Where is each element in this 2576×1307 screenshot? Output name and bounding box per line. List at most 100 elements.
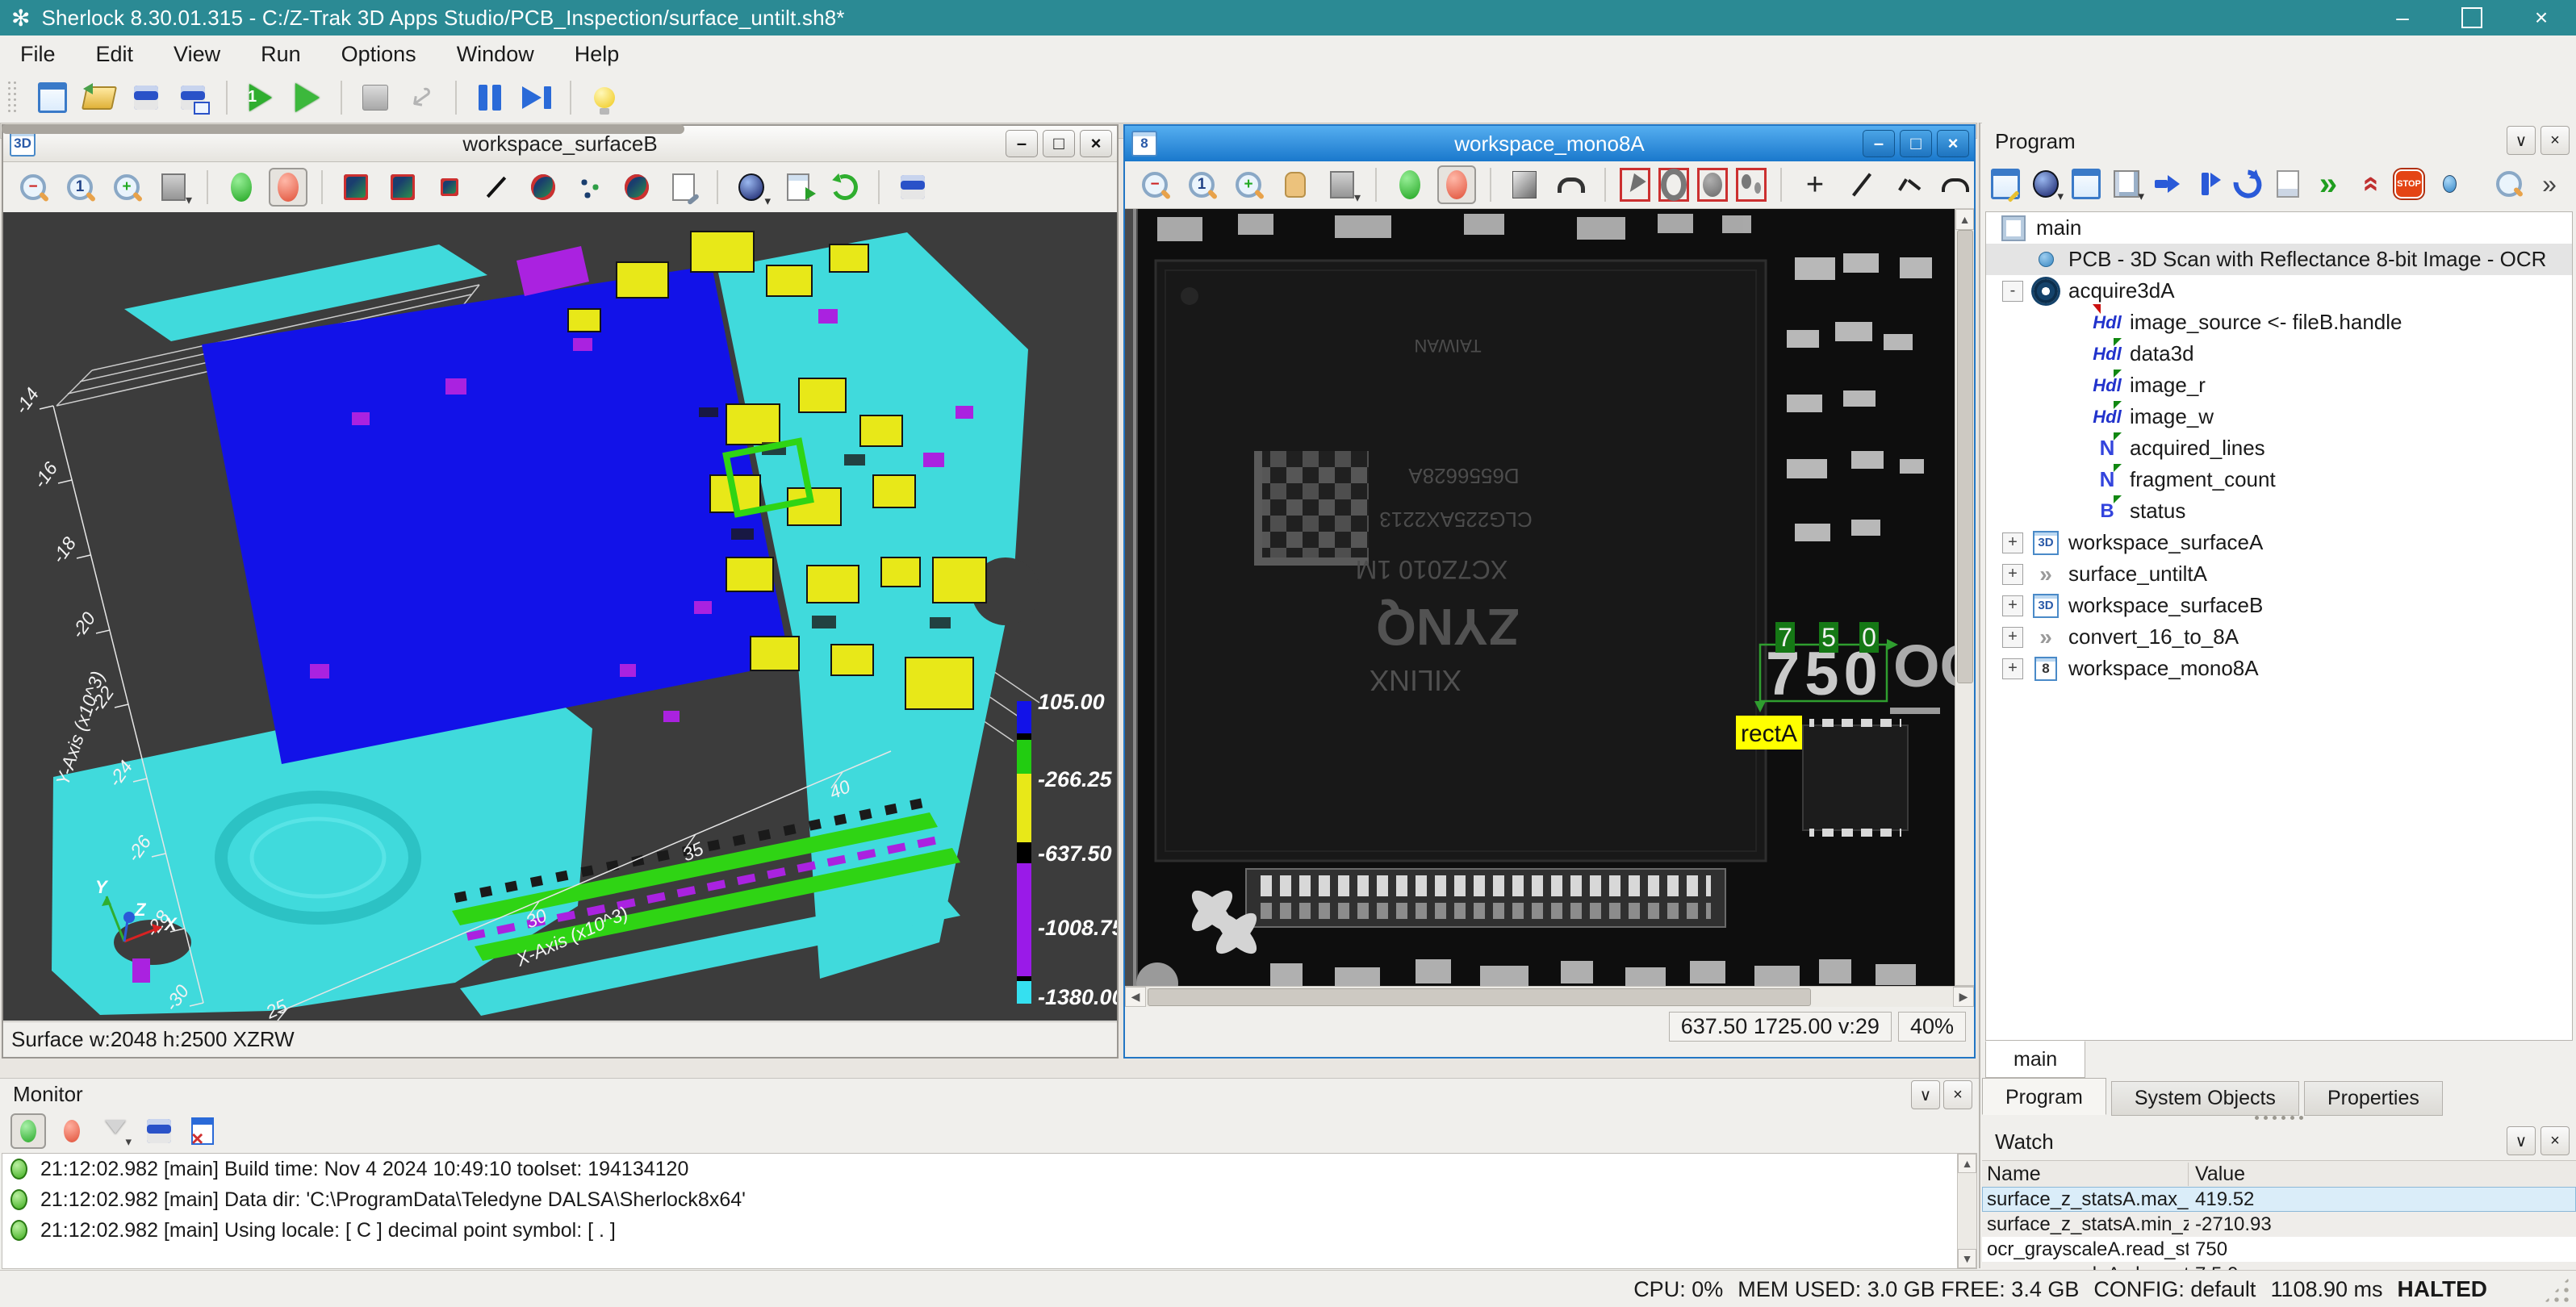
run-icon[interactable] (288, 78, 327, 117)
program-close-button[interactable]: × (2540, 126, 2570, 155)
tree-item-pcb[interactable]: +PCB - 3D Scan with Reflectance 8-bit Im… (1986, 244, 2572, 275)
menu-item-help[interactable]: Help (554, 35, 640, 73)
gray-rect-icon[interactable] (1505, 165, 1544, 204)
green-ellipse-icon[interactable] (1390, 165, 1429, 204)
watch-row[interactable]: surface_z_statsA.max_z419.52 (1982, 1187, 2576, 1212)
mono8A-maximize-button[interactable]: □ (1900, 130, 1932, 157)
red-ellipse-icon[interactable] (269, 168, 307, 207)
overflow-icon[interactable] (2532, 166, 2567, 202)
pause-icon[interactable] (470, 78, 509, 117)
tree-item-acquire3da[interactable]: -acquire3dA (1986, 275, 2572, 307)
mono8A-title-bar[interactable]: workspace_mono8A 8 – □ × (1125, 126, 1974, 161)
zoom-one-icon[interactable] (1182, 165, 1221, 204)
roi-circle-icon[interactable] (617, 168, 656, 207)
tree-expander[interactable]: - (2002, 281, 2023, 302)
shapes-red-icon[interactable] (1736, 168, 1767, 202)
window-close-button[interactable]: × (2507, 0, 2576, 35)
tree-item-acquired_lines[interactable]: +acquired_lines (1986, 432, 2572, 464)
tree-expander[interactable]: + (2002, 627, 2023, 648)
stop-sign-icon[interactable] (2391, 166, 2427, 202)
program-dropdown-button[interactable]: ∨ (2507, 126, 2536, 155)
roi-ellipse-icon[interactable] (524, 168, 562, 207)
refresh-icon[interactable] (826, 168, 864, 207)
scroll-left-icon[interactable]: ◀ (1125, 987, 1146, 1007)
panel-splitter[interactable] (1979, 123, 1980, 1268)
stop-icon[interactable] (356, 78, 395, 117)
mono8A-vertical-scrollbar[interactable]: ▲ ▼ (1955, 209, 1974, 1004)
mono8A-close-button[interactable]: × (1937, 130, 1969, 157)
roi-edit-icon[interactable] (664, 168, 703, 207)
watch-row[interactable]: surface_z_statsA.min_z-2710.93 (1982, 1212, 2576, 1237)
tree-item-data3d[interactable]: +data3d (1986, 338, 2572, 370)
mono8A-minimize-button[interactable]: – (1863, 130, 1895, 157)
tree-item-image_r[interactable]: +image_r (1986, 370, 2572, 401)
plus-icon[interactable] (1796, 165, 1834, 204)
arc-icon[interactable] (1936, 165, 1975, 204)
window-maximize-button[interactable] (2437, 0, 2507, 35)
save-icon[interactable] (893, 168, 932, 207)
abort-icon[interactable] (403, 78, 441, 117)
arrow-right-icon[interactable] (2149, 166, 2185, 202)
roi-rect-icon[interactable] (337, 168, 375, 207)
roi-square-icon[interactable] (430, 168, 469, 207)
tree-expander[interactable]: + (2002, 595, 2023, 616)
up-red-icon[interactable] (2351, 166, 2386, 202)
tree-expander[interactable]: + (2002, 658, 2023, 679)
watch-dropdown-button[interactable]: ∨ (2507, 1126, 2536, 1155)
tree-item-status[interactable]: +status (1986, 495, 2572, 527)
scroll-up-icon[interactable]: ▲ (1958, 1154, 1976, 1173)
polyline-icon[interactable] (1889, 165, 1928, 204)
tree-item-workspace_surfacea[interactable]: +workspace_surfaceA (1986, 527, 2572, 558)
tree-expander[interactable]: + (2002, 532, 2023, 553)
scroll-down-icon[interactable]: ▼ (1958, 1249, 1976, 1268)
tree-item-workspace_surfaceb[interactable]: +workspace_surfaceB (1986, 590, 2572, 621)
ellipse-red-icon[interactable] (1697, 168, 1728, 202)
scroll-up-icon[interactable]: ▲ (1955, 209, 1974, 230)
vscroll-thumb[interactable] (1957, 230, 1973, 683)
line2-icon[interactable] (1842, 165, 1881, 204)
watch-close-button[interactable]: × (2540, 1126, 2570, 1155)
monitor-log[interactable]: ▲ ▼ 21:12:02.982 [main] Build time: Nov … (2, 1153, 1977, 1269)
menu-item-edit[interactable]: Edit (76, 35, 154, 73)
tab-system-objects[interactable]: System Objects (2111, 1081, 2299, 1116)
zoom-out-icon[interactable] (14, 168, 52, 207)
monitor-scrollbar[interactable]: ▲ ▼ (1957, 1154, 1976, 1268)
tree-item-workspace_mono8a[interactable]: +workspace_mono8A (1986, 653, 2572, 684)
tree-item-fragment_count[interactable]: +fragment_count (1986, 464, 2572, 495)
filter-icon[interactable] (98, 1113, 133, 1149)
hscroll-thumb[interactable] (1148, 988, 1811, 1006)
zoom-in-icon[interactable] (107, 168, 146, 207)
tree-item-main[interactable]: +main (1986, 212, 2572, 244)
ff-green-icon[interactable] (2310, 166, 2346, 202)
step-icon[interactable] (517, 78, 556, 117)
title-bar[interactable]: ✻ Sherlock 8.30.01.315 - C:/Z-Trak 3D Ap… (0, 0, 2576, 35)
sphere-icon[interactable] (732, 168, 771, 207)
menu-item-run[interactable]: Run (240, 35, 321, 73)
tab-properties[interactable]: Properties (2304, 1081, 2443, 1116)
menu-item-view[interactable]: View (153, 35, 240, 73)
save-icon[interactable] (127, 78, 165, 117)
win-new-icon[interactable] (2068, 166, 2104, 202)
roi-multi-icon[interactable] (383, 168, 422, 207)
menu-item-file[interactable]: File (0, 35, 76, 73)
mono8A-horizontal-scrollbar[interactable]: ◀ ▶ (1125, 986, 1974, 1007)
tab-program[interactable]: Program (1982, 1078, 2106, 1115)
roi-points-icon[interactable] (571, 168, 609, 207)
win-edit-icon[interactable] (1988, 166, 2023, 202)
run-once-icon[interactable] (241, 78, 280, 117)
mdi-hscroll-thumb[interactable] (2, 124, 684, 134)
bulb-icon[interactable] (585, 78, 624, 117)
tree-item-surface_untilta[interactable]: +surface_untiltA (1986, 558, 2572, 590)
pan-icon[interactable] (1276, 165, 1315, 204)
mono8-image-view[interactable]: TAIWAN D6556628A CLG225AX2213 XC7Z010 1M… (1125, 209, 1955, 1004)
roi-line-icon[interactable] (477, 168, 516, 207)
green-ellipse-icon[interactable] (222, 168, 261, 207)
zoom-fit-icon[interactable] (1323, 165, 1361, 204)
surfaceB-close-button[interactable]: × (1080, 130, 1112, 157)
tree-item-image_source[interactable]: +image_source <- fileB.handle (1986, 307, 2572, 338)
tree-expander[interactable]: + (2002, 564, 2023, 585)
open-icon[interactable] (80, 78, 119, 117)
search-icon[interactable] (2491, 166, 2527, 202)
zoom-in-icon[interactable] (1229, 165, 1268, 204)
clear-icon[interactable] (185, 1113, 220, 1149)
